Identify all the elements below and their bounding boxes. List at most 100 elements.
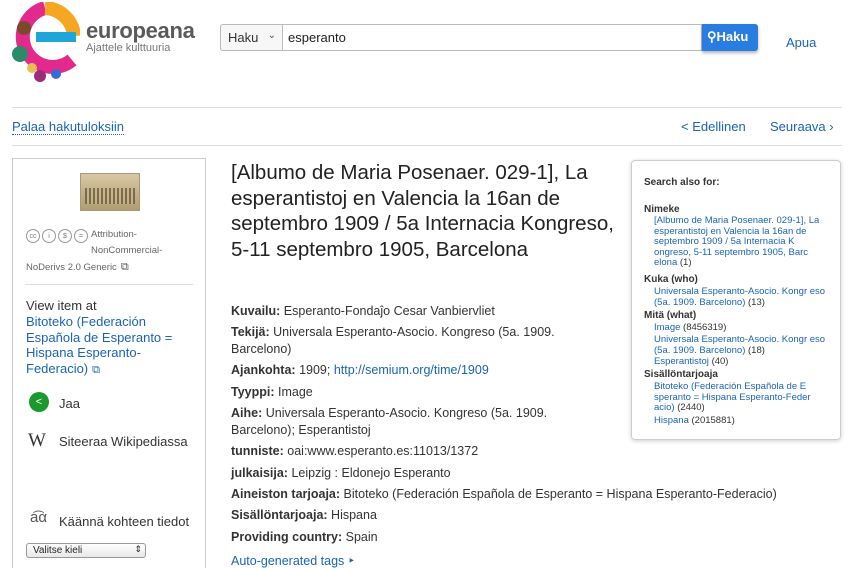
next-link[interactable]: Seuraava › (770, 119, 834, 134)
share-button[interactable]: Jaa (59, 396, 80, 411)
record-title: [Albumo de Maria Posenaer. 029-1], La es… (231, 161, 614, 261)
count: (2440) (677, 402, 705, 413)
brand-name: europeana (86, 18, 195, 43)
field-julkaisija: julkaisija: Leipzig : Eldonejo Esperanto (231, 465, 451, 481)
share-icon[interactable]: < (29, 392, 49, 412)
translate-icon: a͡α (30, 509, 48, 526)
search-icon: ⚲ (707, 29, 717, 44)
nc-icon: $ (58, 229, 72, 243)
field-providing-country: Providing country: Spain (231, 529, 378, 545)
license-link[interactable]: NoDerivs 2.0 Generic ⧉ (26, 261, 129, 274)
field-aineiston-tarjoaja: Aineiston tarjoaja: Bitoteko (Federación… (231, 486, 777, 502)
field-tekija-cont: Barcelono) (231, 342, 292, 356)
count: (13) (748, 296, 765, 308)
search-also-link[interactable]: Bitoteko (Federación Española de E spera… (654, 381, 832, 414)
field-label: Kuvailu: (231, 304, 281, 318)
back-to-results-link[interactable]: Palaa hakutuloksiin (12, 119, 125, 135)
field-kuvailu: Kuvailu: Esperanto-Fondaĵo Cesar Vanbier… (231, 303, 495, 319)
field-tunniste: tunniste: oai:www.esperanto.es:11013/137… (231, 443, 478, 459)
field-aihe-cont: Barcelono); Esperantistoj (231, 423, 371, 437)
item-sidebar: cc i $ = Attribution- NonCommercial- NoD… (12, 158, 206, 568)
count: (1) (679, 257, 692, 268)
view-item-at-label: View item at (26, 298, 97, 313)
group-title: Kuka (who) (644, 274, 698, 285)
field-label: Ajankohta: (231, 363, 296, 377)
license-icons: cc i $ = (26, 229, 88, 243)
translate-label: Käännä kohteen tiedot (59, 514, 190, 529)
language-select-value: Valitse kieli (33, 545, 83, 556)
license-text: NoDerivs 2.0 Generic (26, 262, 117, 273)
field-value: Leipzig : Eldonejo Esperanto (291, 466, 451, 480)
brand: europeana Ajattele kulttuuria (86, 18, 195, 54)
wikipedia-icon[interactable]: W (28, 430, 46, 452)
cite-wikipedia-button[interactable]: Siteeraa Wikipediassa (59, 434, 188, 449)
count: (18) (748, 344, 765, 356)
field-label: Aineiston tarjoaja: (231, 487, 341, 501)
field-label: julkaisija: (231, 466, 288, 480)
field-tekija: Tekijä: Universala Esperanto-Asocio. Kon… (231, 324, 555, 340)
field-ajankohta: Ajankohta: 1909; http://semium.org/time/… (231, 362, 489, 378)
field-value: Spain (345, 530, 378, 544)
search-also-heading: Search also for: (644, 177, 720, 188)
item-thumbnail[interactable] (80, 173, 140, 211)
field-label: Aihe: (231, 406, 263, 420)
time-link[interactable]: http://semium.org/time/1909 (334, 363, 489, 377)
license-text: NonCommercial- (91, 245, 163, 256)
field-value: Universala Esperanto-Asocio. Kongreso (5… (265, 406, 548, 420)
count: (8456319) (683, 322, 727, 333)
previous-link[interactable]: < Edellinen (681, 119, 746, 134)
search-also-link[interactable]: Image (8456319) (654, 322, 832, 334)
link-text: Universala Esperanto-Asocio. Kongr eso (… (654, 334, 826, 356)
field-label: Tyyppi: (231, 385, 275, 399)
help-link[interactable]: Apua (786, 35, 816, 50)
field-value: Bitoteko (Federación Española de Esperan… (343, 487, 777, 501)
field-label: Tekijä: (231, 325, 270, 339)
group-title: Sisällöntarjoaja (644, 369, 718, 380)
europeana-logo[interactable] (10, 1, 81, 84)
search-button[interactable]: ⚲Haku (702, 24, 758, 51)
cc-icon: cc (26, 229, 40, 243)
count: (40) (711, 356, 729, 367)
license-text: Attribution- (91, 229, 137, 240)
field-label: Providing country: (231, 530, 343, 544)
search-also-link[interactable]: Esperantistoj (40) (654, 356, 832, 368)
field-value: Hispana (331, 508, 377, 522)
search-scope-select[interactable]: Haku ⌄ (220, 24, 282, 51)
link-text: [Albumo de Maria Posenaer. 029-1], La es… (654, 215, 820, 268)
select-arrows-icon: ⇕ (134, 544, 142, 554)
field-value: Universala Esperanto-Asocio. Kongreso (5… (273, 325, 555, 339)
search-button-label: Haku (716, 29, 749, 44)
divider (12, 107, 842, 108)
chevron-down-icon: ⌄ (267, 30, 276, 41)
language-select[interactable]: Valitse kieli ⇕ (26, 543, 146, 558)
count: (2015881) (691, 415, 735, 426)
divider (25, 284, 193, 285)
group-title: Nimeke (644, 204, 680, 215)
field-tyyppi: Tyyppi: Image (231, 384, 313, 400)
field-value: oai:www.esperanto.es:11013/1372 (287, 444, 479, 458)
link-text: Hispana (654, 415, 689, 426)
search-also-link[interactable]: Universala Esperanto-Asocio. Kongr eso (… (654, 334, 832, 356)
link-text: Esperantistoj (654, 356, 709, 367)
search-also-link[interactable]: Universala Esperanto-Asocio. Kongr eso (… (654, 286, 832, 308)
external-link-icon: ⧉ (120, 261, 129, 273)
search-scope-label: Haku (228, 30, 259, 45)
field-value: 1909; (299, 363, 331, 377)
by-icon: i (42, 229, 56, 243)
link-text: Universala Esperanto-Asocio. Kongr eso (… (654, 286, 826, 308)
search-also-link[interactable]: [Albumo de Maria Posenaer. 029-1], La es… (654, 215, 832, 269)
search-also-panel: Search also for: Nimeke [Albumo de Maria… (631, 160, 841, 440)
field-value: Image (278, 385, 313, 399)
group-title: Mitä (what) (644, 310, 697, 321)
external-link-icon: ⧉ (92, 363, 100, 376)
search-input[interactable]: esperanto (282, 24, 702, 51)
field-label: Sisällöntarjoaja: (231, 508, 328, 522)
field-sisallontarjoaja: Sisällöntarjoaja: Hispana (231, 507, 377, 523)
auto-generated-tags-toggle[interactable]: Auto-generated tags ‣ (231, 553, 355, 568)
field-aihe: Aihe: Universala Esperanto-Asocio. Kongr… (231, 405, 547, 421)
link-text: Image (654, 322, 681, 333)
field-label: tunniste: (231, 444, 284, 458)
nd-icon: = (74, 229, 88, 243)
search-also-link[interactable]: Hispana (2015881) (654, 415, 832, 427)
provider-link[interactable]: Bitoteko (Federación Española de Esperan… (26, 314, 196, 378)
